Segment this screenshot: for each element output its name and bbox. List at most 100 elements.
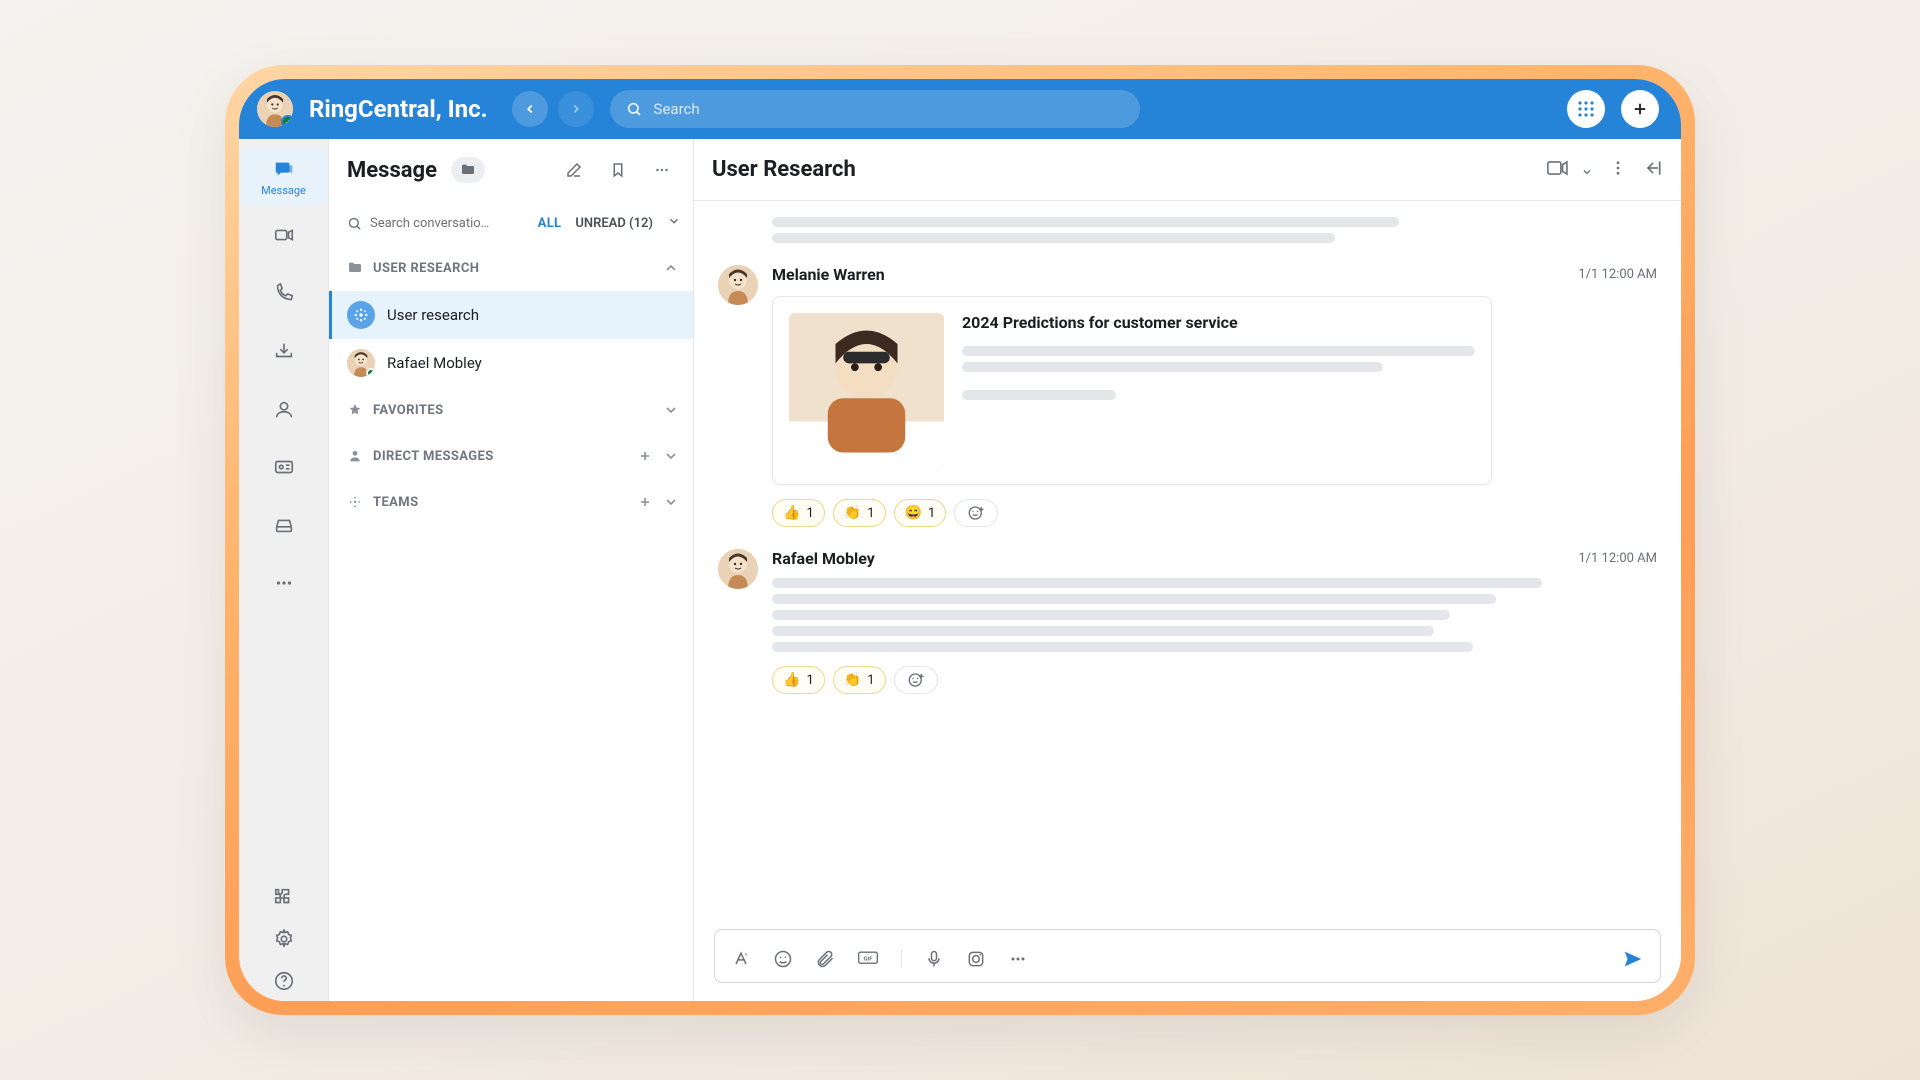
message-composer[interactable]: GIF	[714, 929, 1661, 983]
group-header-favorites[interactable]: FAVORITES	[329, 387, 693, 433]
reaction-pill[interactable]: 👏1	[833, 666, 886, 694]
new-action-button[interactable]	[1621, 90, 1659, 128]
global-search[interactable]	[610, 90, 1140, 128]
placeholder-line	[772, 578, 1542, 588]
message: Melanie Warren 1/1 12:00 AM 2024 Predict…	[718, 265, 1657, 527]
conversation-search-placeholder: Search conversatio…	[370, 216, 489, 231]
rail-item-message[interactable]: Message	[239, 149, 328, 205]
filter-all-tab[interactable]: ALL	[538, 216, 562, 231]
placeholder-line	[962, 346, 1475, 356]
profile-avatar[interactable]	[257, 91, 293, 127]
chevron-down-icon	[663, 402, 679, 418]
rail-label-message: Message	[261, 184, 306, 197]
toolbar-divider	[901, 950, 902, 968]
rail-apps-button[interactable]	[264, 877, 304, 917]
search-icon	[347, 216, 362, 231]
more-horizontal-icon	[273, 572, 295, 594]
conversation-search[interactable]: Search conversatio…	[347, 216, 524, 231]
conversation-item-label: User research	[387, 306, 479, 324]
reaction-bar: 👍1 👏1	[772, 666, 1657, 694]
inbox-download-icon	[273, 340, 295, 362]
placeholder-line	[772, 610, 1450, 620]
thread-more-button[interactable]	[1609, 159, 1627, 181]
gif-button[interactable]: GIF	[857, 949, 879, 969]
rail-settings-button[interactable]	[264, 919, 304, 959]
compose-button[interactable]	[559, 155, 589, 185]
camera-icon	[966, 949, 986, 969]
rail-item-video[interactable]	[239, 207, 328, 263]
add-reaction-button[interactable]	[954, 499, 998, 527]
send-button[interactable]	[1622, 948, 1644, 970]
attach-button[interactable]	[815, 949, 835, 969]
group-header-teams[interactable]: TEAMS	[329, 479, 693, 525]
chevron-down-icon	[667, 214, 681, 228]
rail-help-button[interactable]	[264, 961, 304, 1001]
mic-button[interactable]	[924, 949, 944, 969]
group-header-user-research[interactable]: USER RESEARCH	[329, 245, 693, 291]
send-icon	[1622, 948, 1644, 970]
nav-forward-button[interactable]	[558, 91, 594, 127]
app-window: RingCentral, Inc.	[239, 79, 1681, 1001]
global-search-input[interactable]	[652, 99, 1124, 119]
group-label: FAVORITES	[373, 403, 443, 418]
bookmark-icon	[609, 161, 627, 179]
emoji-button[interactable]	[773, 949, 793, 969]
attachment-icon	[815, 949, 835, 969]
collapse-panel-button[interactable]	[1643, 158, 1663, 182]
nav-back-button[interactable]	[512, 91, 548, 127]
composer-more-button[interactable]	[1008, 949, 1028, 969]
microphone-icon	[924, 949, 944, 969]
conversation-item-rafael-mobley[interactable]: Rafael Mobley	[329, 339, 693, 387]
filter-unread-tab[interactable]: UNREAD (12)	[575, 216, 653, 231]
rail-item-phone[interactable]	[239, 265, 328, 321]
chevron-down-icon	[663, 494, 679, 510]
reaction-pill[interactable]: 👍1	[772, 666, 825, 694]
thread-header: User Research	[694, 139, 1681, 201]
conversation-item-label: Rafael Mobley	[387, 354, 482, 372]
camera-button[interactable]	[966, 949, 986, 969]
svg-text:GIF: GIF	[864, 957, 874, 963]
rail-item-fax[interactable]	[239, 497, 328, 553]
conversation-item-user-research[interactable]: User research	[329, 291, 693, 339]
placeholder-line	[962, 390, 1116, 400]
reaction-pill[interactable]: 👍1	[772, 499, 825, 527]
dialpad-button[interactable]	[1567, 90, 1605, 128]
reaction-pill[interactable]: 😄1	[894, 499, 947, 527]
reaction-pill[interactable]: 👏1	[833, 499, 886, 527]
group-header-direct-messages[interactable]: DIRECT MESSAGES	[329, 433, 693, 479]
rail-item-card[interactable]	[239, 439, 328, 495]
rail-item-more[interactable]	[239, 555, 328, 611]
chevron-down-icon	[663, 448, 679, 464]
more-vertical-icon	[1609, 159, 1627, 177]
link-card[interactable]: 2024 Predictions for customer service	[772, 296, 1492, 485]
rail-item-inbox[interactable]	[239, 323, 328, 379]
phone-icon	[273, 282, 295, 304]
team-icon	[352, 306, 370, 324]
placeholder-line	[772, 626, 1434, 636]
folder-filter-button[interactable]	[451, 157, 485, 183]
group-label: DIRECT MESSAGES	[373, 449, 494, 464]
message-avatar[interactable]	[718, 265, 758, 305]
device-frame: RingCentral, Inc.	[225, 65, 1695, 1015]
puzzle-icon	[273, 886, 295, 908]
video-icon	[1547, 158, 1573, 178]
rail-item-contacts[interactable]	[239, 381, 328, 437]
plus-icon	[1631, 100, 1649, 118]
card-thumbnail	[789, 313, 944, 468]
more-horizontal-icon	[1008, 949, 1028, 969]
id-card-icon	[273, 456, 295, 478]
nav-history	[512, 91, 594, 127]
bookmark-button[interactable]	[603, 155, 633, 185]
user-avatar	[347, 349, 375, 377]
filter-dropdown[interactable]	[667, 214, 681, 232]
thread-title: User Research	[712, 157, 856, 182]
message-avatar[interactable]	[718, 549, 758, 589]
add-reaction-button[interactable]	[894, 666, 938, 694]
plus-icon[interactable]	[637, 494, 653, 510]
message-icon	[273, 158, 295, 180]
panel-more-button[interactable]	[647, 155, 677, 185]
plus-icon[interactable]	[637, 448, 653, 464]
format-button[interactable]	[731, 949, 751, 969]
start-video-button[interactable]	[1547, 158, 1593, 182]
add-emoji-icon	[907, 671, 925, 689]
